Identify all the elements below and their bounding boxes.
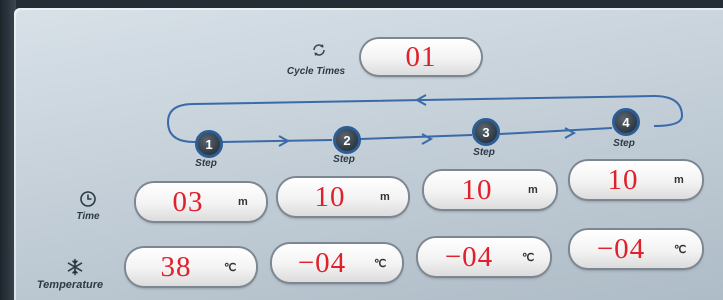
step-3-time-field[interactable]: 10 m [424,171,556,209]
step-4-time-value: 10 [607,163,639,196]
time-row-label: Time [76,211,100,222]
step-3-label: Step [473,147,495,158]
step-2-time-value: 10 [314,180,346,213]
step-3-circle[interactable]: 3 [472,118,500,146]
step-3-temp-value: −04 [444,240,494,273]
step-3-time-unit: m [528,184,538,196]
step-1-temp-field[interactable]: 38 ℃ [126,248,256,286]
step-3-temp-unit: ℃ [522,251,535,264]
step-2-time-unit: m [380,191,390,203]
step-4-circle[interactable]: 4 [612,108,640,136]
step-4-temp-field[interactable]: −04 ℃ [570,230,702,268]
control-panel: Cycle Times 01 1 Step 2 Step 3 Step 4 St… [14,8,723,300]
step-2-temp-unit: ℃ [374,257,387,270]
step-1-temp-unit: ℃ [224,261,237,274]
step-3-time-value: 10 [461,173,493,206]
step-4-time-field[interactable]: 10 m [570,161,702,199]
step-2-temp-value: −04 [297,246,347,279]
step-4-label: Step [613,138,635,149]
clock-icon [80,191,96,207]
step-2-time-field[interactable]: 10 m [278,178,408,216]
step-3-temp-field[interactable]: −04 ℃ [418,238,550,276]
arrow-right-icon [421,133,434,145]
step-1-time-value: 03 [172,185,204,218]
step-1-label: Step [195,158,217,169]
step-4-temp-value: −04 [596,232,646,265]
snowflake-icon [67,258,83,276]
step-1-circle[interactable]: 1 [195,130,223,158]
step-1-temp-value: 38 [160,250,192,283]
step-2-temp-field[interactable]: −04 ℃ [272,244,402,282]
step-2-label: Step [333,154,355,165]
step-2-circle[interactable]: 2 [333,126,361,154]
step-1-time-unit: m [238,196,248,208]
step-1-time-field[interactable]: 03 m [136,183,266,221]
temperature-row-label: Temperature [36,279,104,291]
step-4-time-unit: m [674,174,684,186]
step-4-temp-unit: ℃ [674,243,687,256]
